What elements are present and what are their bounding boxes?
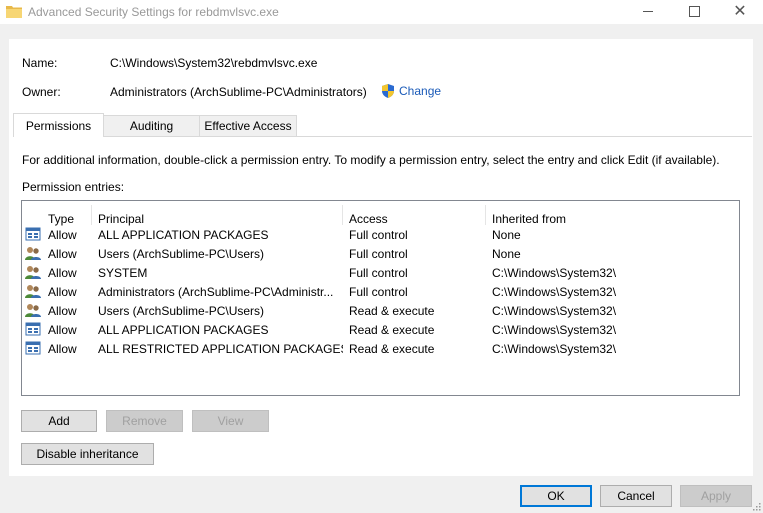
table-row[interactable]: Allow Users (ArchSublime-PC\Users) Read … bbox=[22, 301, 739, 320]
row-inherited: C:\Windows\System32\ bbox=[492, 266, 617, 280]
name-value: C:\Windows\System32\rebdmvlsvc.exe bbox=[110, 56, 318, 70]
entries-label: Permission entries: bbox=[22, 180, 125, 194]
column-separator bbox=[342, 205, 343, 225]
disable-inheritance-button[interactable]: Disable inheritance bbox=[21, 443, 154, 465]
row-inherited: C:\Windows\System32\ bbox=[492, 323, 617, 337]
close-button[interactable]: ✕ bbox=[717, 0, 763, 24]
column-header-type[interactable]: Type bbox=[48, 212, 74, 226]
row-access: Read & execute bbox=[349, 342, 435, 356]
users-icon bbox=[25, 266, 41, 279]
view-button[interactable]: View bbox=[192, 410, 269, 432]
add-button[interactable]: Add bbox=[21, 410, 97, 432]
row-access: Full control bbox=[349, 228, 408, 242]
row-type: Allow bbox=[48, 247, 77, 261]
cancel-button[interactable]: Cancel bbox=[600, 485, 672, 507]
row-principal: ALL APPLICATION PACKAGES bbox=[98, 228, 269, 242]
remove-button[interactable]: Remove bbox=[106, 410, 183, 432]
users-icon bbox=[25, 285, 41, 298]
row-type: Allow bbox=[48, 285, 77, 299]
row-access: Read & execute bbox=[349, 304, 435, 318]
row-inherited: C:\Windows\System32\ bbox=[492, 304, 617, 318]
folder-icon bbox=[6, 6, 22, 18]
package-icon bbox=[25, 227, 41, 241]
row-inherited: None bbox=[492, 247, 521, 261]
column-header-principal[interactable]: Principal bbox=[98, 212, 144, 226]
change-owner-link[interactable]: Change bbox=[399, 84, 441, 98]
minimize-button[interactable] bbox=[625, 0, 671, 24]
row-principal: Users (ArchSublime-PC\Users) bbox=[98, 247, 265, 261]
row-inherited: C:\Windows\System32\ bbox=[492, 285, 617, 299]
package-icon bbox=[25, 341, 41, 355]
row-type: Allow bbox=[48, 323, 77, 337]
tab-divider bbox=[13, 136, 752, 137]
row-access: Full control bbox=[349, 266, 408, 280]
tab-permissions[interactable]: Permissions bbox=[13, 113, 104, 137]
column-header-access[interactable]: Access bbox=[349, 212, 388, 226]
row-principal: ALL APPLICATION PACKAGES bbox=[98, 323, 269, 337]
info-text: For additional information, double-click… bbox=[22, 153, 720, 167]
ok-button[interactable]: OK bbox=[520, 485, 592, 507]
table-row[interactable]: Allow ALL RESTRICTED APPLICATION PACKAGE… bbox=[22, 339, 739, 358]
table-row[interactable]: Allow Users (ArchSublime-PC\Users) Full … bbox=[22, 244, 739, 263]
table-row[interactable]: Allow ALL APPLICATION PACKAGES Full cont… bbox=[22, 225, 739, 244]
package-icon bbox=[25, 322, 41, 336]
minimize-icon bbox=[643, 11, 653, 12]
close-icon: ✕ bbox=[733, 3, 747, 20]
tab-effective-access[interactable]: Effective Access bbox=[199, 115, 297, 136]
row-type: Allow bbox=[48, 228, 77, 242]
column-separator bbox=[485, 205, 486, 225]
row-principal: Users (ArchSublime-PC\Users) bbox=[98, 304, 265, 318]
row-type: Allow bbox=[48, 304, 77, 318]
maximize-icon bbox=[689, 6, 700, 17]
row-access: Full control bbox=[349, 285, 408, 299]
column-header-inherited-from[interactable]: Inherited from bbox=[492, 212, 566, 226]
window-title: Advanced Security Settings for rebdmvlsv… bbox=[28, 5, 279, 19]
row-principal: ALL RESTRICTED APPLICATION PACKAGES bbox=[98, 342, 343, 356]
owner-label: Owner: bbox=[22, 85, 61, 99]
row-access: Full control bbox=[349, 247, 408, 261]
resize-grip-icon[interactable] bbox=[751, 501, 761, 511]
title-bar: Advanced Security Settings for rebdmvlsv… bbox=[0, 0, 763, 24]
name-label: Name: bbox=[22, 56, 58, 70]
row-principal: Administrators (ArchSublime-PC\Administr… bbox=[98, 285, 334, 299]
maximize-button[interactable] bbox=[671, 0, 717, 24]
row-access: Read & execute bbox=[349, 323, 435, 337]
users-icon bbox=[25, 247, 41, 260]
owner-value: Administrators (ArchSublime-PC\Administr… bbox=[110, 85, 367, 99]
row-inherited: None bbox=[492, 228, 521, 242]
row-principal: SYSTEM bbox=[98, 266, 148, 280]
users-icon bbox=[25, 304, 41, 317]
uac-shield-icon bbox=[382, 84, 394, 98]
column-separator bbox=[91, 205, 92, 225]
table-row[interactable]: Allow ALL APPLICATION PACKAGES Read & ex… bbox=[22, 320, 739, 339]
table-row[interactable]: Allow SYSTEM Full control C:\Windows\Sys… bbox=[22, 263, 739, 282]
tab-auditing[interactable]: Auditing bbox=[103, 115, 200, 136]
row-type: Allow bbox=[48, 342, 77, 356]
apply-button[interactable]: Apply bbox=[680, 485, 752, 507]
row-inherited: C:\Windows\System32\ bbox=[492, 342, 617, 356]
table-row[interactable]: Allow Administrators (ArchSublime-PC\Adm… bbox=[22, 282, 739, 301]
row-type: Allow bbox=[48, 266, 77, 280]
